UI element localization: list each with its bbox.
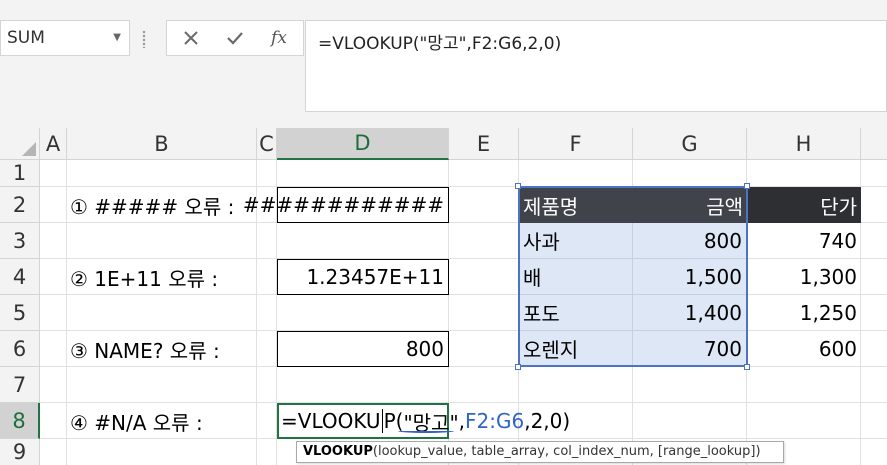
- fx-label: fx: [271, 28, 287, 48]
- x-icon[interactable]: [171, 21, 211, 55]
- table-header-product[interactable]: 제품명: [519, 187, 633, 223]
- row-header-3[interactable]: 3: [0, 223, 40, 259]
- cell-d4[interactable]: 1.23457E+11: [277, 259, 449, 295]
- row-header-8[interactable]: 8: [0, 403, 40, 439]
- table-cell-h6[interactable]: 600: [747, 331, 861, 367]
- label-r8[interactable]: ④ #N/A 오류 :: [70, 403, 203, 439]
- tooltip-function-name[interactable]: VLOOKUP: [303, 444, 373, 459]
- name-box[interactable]: SUM ▼: [0, 20, 130, 56]
- table-cell-f4[interactable]: 배: [519, 259, 633, 295]
- table-cell-g4[interactable]: 1,500: [633, 259, 747, 295]
- table-cell-h5[interactable]: 1,250: [747, 295, 861, 331]
- cell-d2[interactable]: ############: [243, 187, 449, 223]
- formula-bar-area: SUM ▼ fx =VLOOKUP("망고",F2:G6,2,0): [0, 0, 887, 128]
- table-cell-f5[interactable]: 포도: [519, 295, 633, 331]
- column-header-b[interactable]: B: [67, 128, 257, 160]
- table-cell-g6[interactable]: 700: [633, 331, 747, 367]
- column-header-d[interactable]: D: [277, 128, 449, 160]
- row-header-4[interactable]: 4: [0, 259, 40, 295]
- name-box-value: SUM: [7, 28, 45, 48]
- table-cell-h4[interactable]: 1,300: [747, 259, 861, 295]
- label-r4[interactable]: ② 1E+11 오류 :: [70, 259, 218, 295]
- column-header-f[interactable]: F: [519, 128, 633, 160]
- cell-edit-formula[interactable]: =VLOOKU P("망고", F2:G6,2,0): [281, 403, 570, 439]
- label-r6[interactable]: ③ NAME? 오류 :: [70, 331, 220, 367]
- column-header-i[interactable]: [861, 128, 887, 160]
- row-header-6[interactable]: 6: [0, 331, 40, 367]
- check-icon[interactable]: [215, 21, 255, 55]
- label-r2[interactable]: ① ##### 오류 :: [70, 187, 234, 223]
- column-header-a[interactable]: A: [40, 128, 67, 160]
- row-header-5[interactable]: 5: [0, 295, 40, 331]
- spellcheck-underline: [398, 429, 454, 433]
- column-header-c[interactable]: C: [257, 128, 277, 160]
- range-handle-top-right[interactable]: [744, 183, 750, 189]
- formula-input[interactable]: =VLOOKUP("망고",F2:G6,2,0): [305, 20, 887, 112]
- tooltip-arguments: (lookup_value, table_array, col_index_nu…: [372, 444, 761, 459]
- table-cell-g3[interactable]: 800: [633, 223, 747, 259]
- edit-part-1: =VLOOKU: [281, 409, 381, 433]
- cell-d6[interactable]: 800: [277, 331, 449, 367]
- formula-buttons: fx: [166, 20, 304, 56]
- edit-range-ref: F2:G6: [465, 409, 525, 433]
- select-all-button[interactable]: [0, 128, 40, 160]
- row-header-2[interactable]: 2: [0, 187, 40, 223]
- column-header-h[interactable]: H: [747, 128, 861, 160]
- column-header-e[interactable]: E: [449, 128, 519, 160]
- table-cell-h3[interactable]: 740: [747, 223, 861, 259]
- range-handle-bottom-right[interactable]: [744, 364, 750, 370]
- function-tooltip[interactable]: VLOOKUP(lookup_value, table_array, col_i…: [296, 441, 784, 463]
- row-header-1[interactable]: 1: [0, 160, 40, 187]
- insert-function-button[interactable]: fx: [259, 21, 299, 55]
- table-cell-f3[interactable]: 사과: [519, 223, 633, 259]
- row-header-9[interactable]: 9: [0, 439, 40, 465]
- row-header-7[interactable]: 7: [0, 367, 40, 403]
- edit-part-6: ,2,0): [524, 409, 571, 433]
- range-handle-bottom-left[interactable]: [515, 364, 521, 370]
- grip-icon[interactable]: [142, 30, 146, 48]
- range-handle-top-left[interactable]: [515, 183, 521, 189]
- caret-down-icon[interactable]: ▼: [113, 21, 121, 55]
- table-header-amount[interactable]: 금액: [633, 187, 747, 223]
- table-cell-g5[interactable]: 1,400: [633, 295, 747, 331]
- text-cursor: [381, 409, 383, 433]
- table-header-unit-price[interactable]: 단가: [747, 187, 861, 223]
- table-cell-f6[interactable]: 오렌지: [519, 331, 633, 367]
- column-header-g[interactable]: G: [633, 128, 747, 160]
